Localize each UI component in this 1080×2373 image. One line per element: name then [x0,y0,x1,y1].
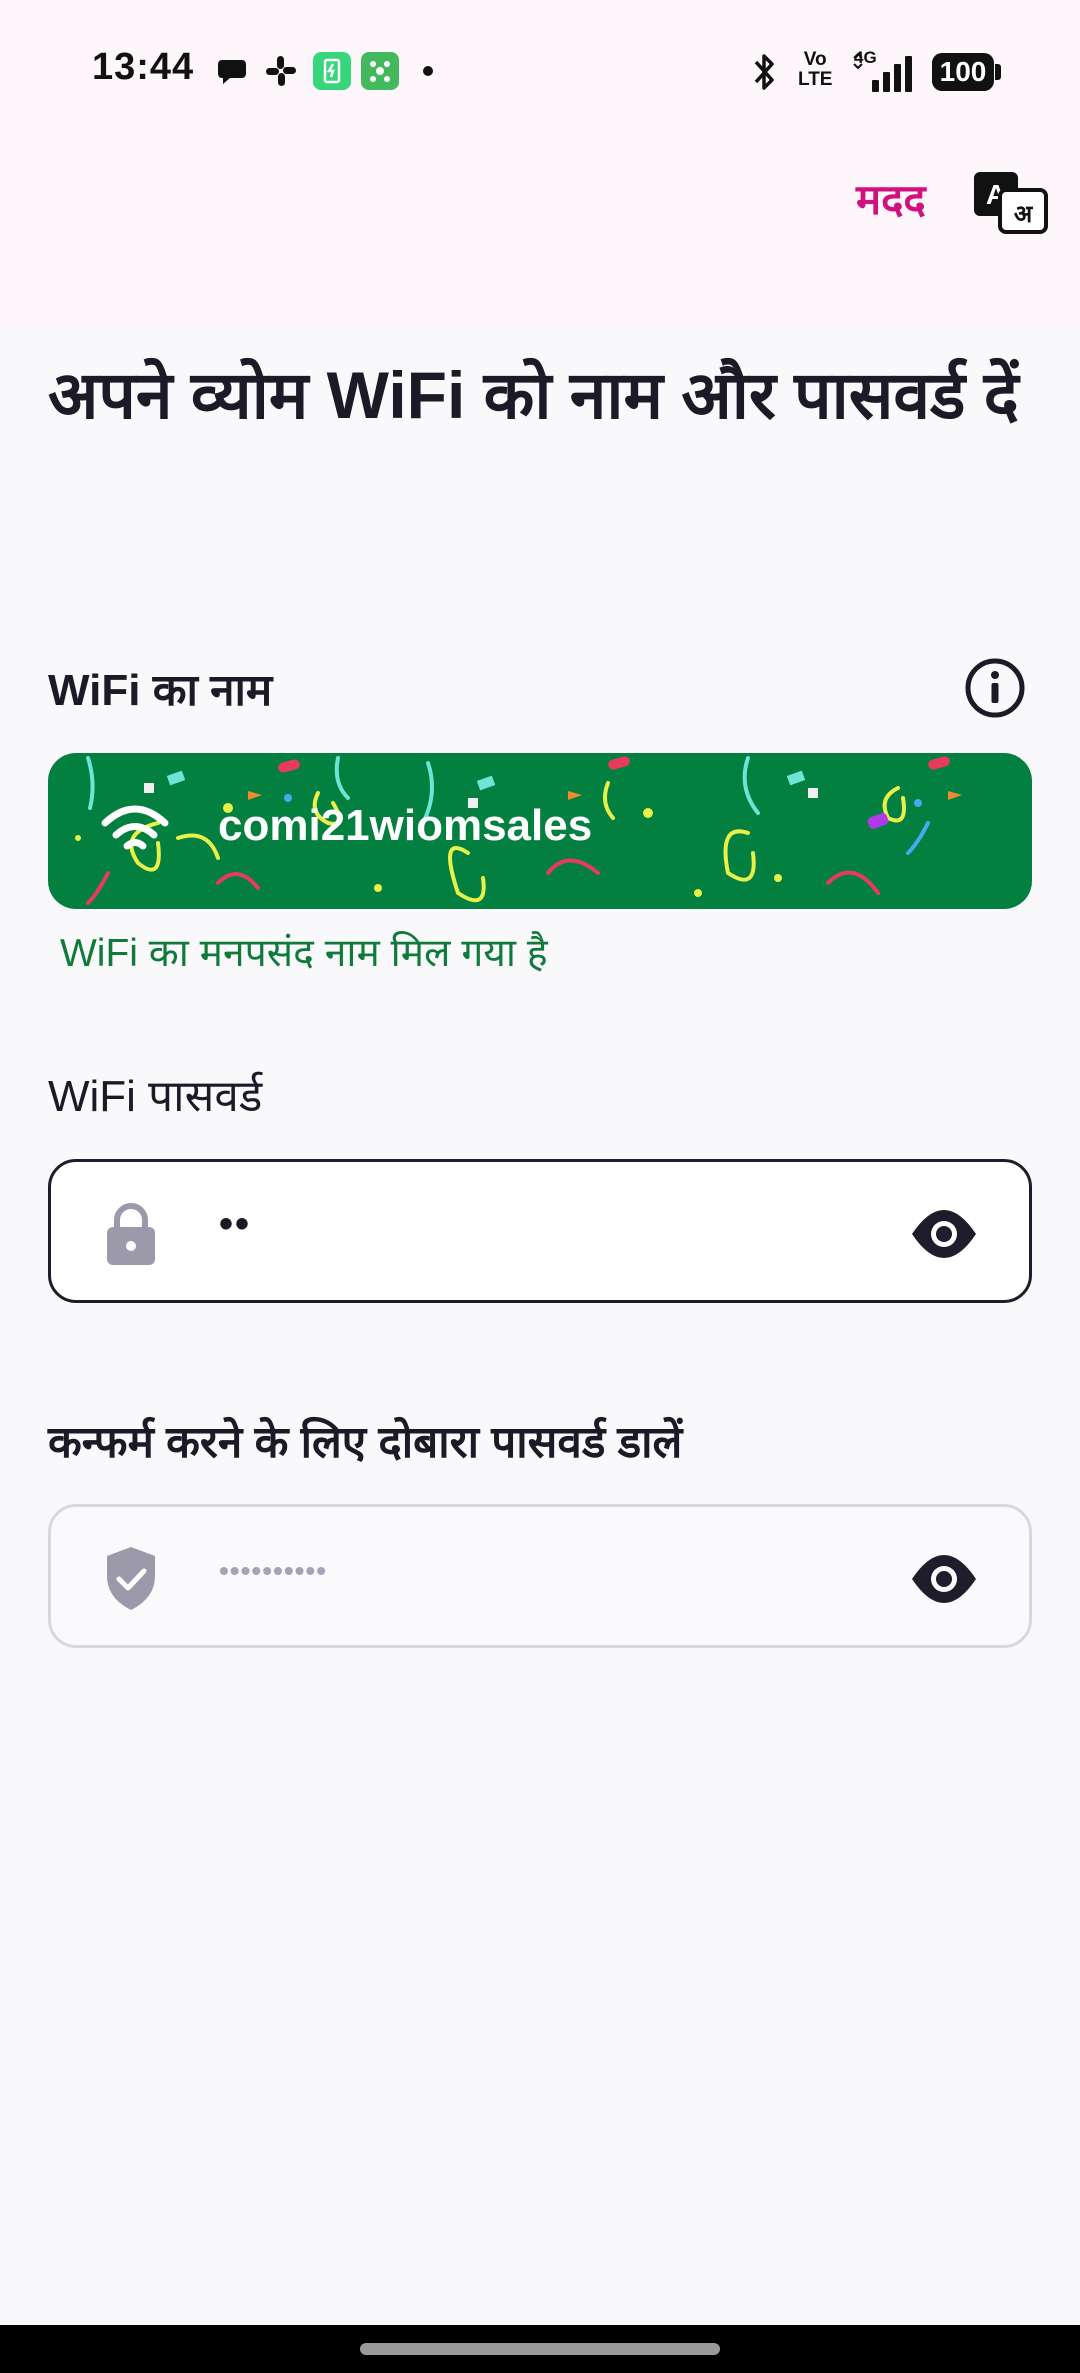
page-title: अपने व्योम WiFi को नाम और पासवर्ड दें [48,358,1019,432]
status-bar: 13:44 Vo LTE 4G 100 [0,0,1080,145]
confirm-password-label: कन्फर्म करने के लिए दोबारा पासवर्ड डालें [48,1418,683,1467]
slack-icon [266,56,296,86]
notification-dot-icon [423,66,433,76]
wifi-name-label: WiFi का नाम [48,666,273,715]
battery-saver-app-icon [313,52,351,90]
signal-icon [853,52,912,92]
svg-text:अ: अ [1014,200,1034,228]
wifi-password-value: •• [219,1202,252,1246]
chat-bubble-icon [218,60,246,84]
shop-app-icon [361,52,399,90]
wifi-password-label: WiFi पासवर्ड [48,1072,263,1121]
wifi-name-banner[interactable]: comi21wiomsales [48,753,1032,909]
confirm-password-field[interactable]: •••••••••• [48,1504,1032,1648]
status-time: 13:44 [92,46,195,88]
wifi-password-field[interactable]: •• [48,1159,1032,1303]
eye-icon[interactable] [909,1551,979,1607]
wifi-name-value: comi21wiomsales [218,801,593,850]
eye-icon[interactable] [909,1206,979,1262]
info-icon[interactable] [964,657,1026,719]
wifi-name-success-message: WiFi का मनपसंद नाम मिल गया है [60,932,548,975]
help-link[interactable]: मदद [856,170,926,227]
confirm-password-placeholder: •••••••••• [219,1555,328,1586]
system-navigation-bar [0,2325,1080,2373]
shield-check-icon [107,1547,155,1610]
translate-icon[interactable]: A अ [972,170,1050,236]
lock-icon [107,1203,155,1265]
volte-indicator: Vo LTE [798,49,833,90]
bluetooth-icon [754,54,774,90]
battery-tip [995,64,1001,80]
home-gesture-handle[interactable] [360,2343,720,2355]
battery-indicator: 100 [932,53,994,91]
wifi-icon [101,805,169,850]
